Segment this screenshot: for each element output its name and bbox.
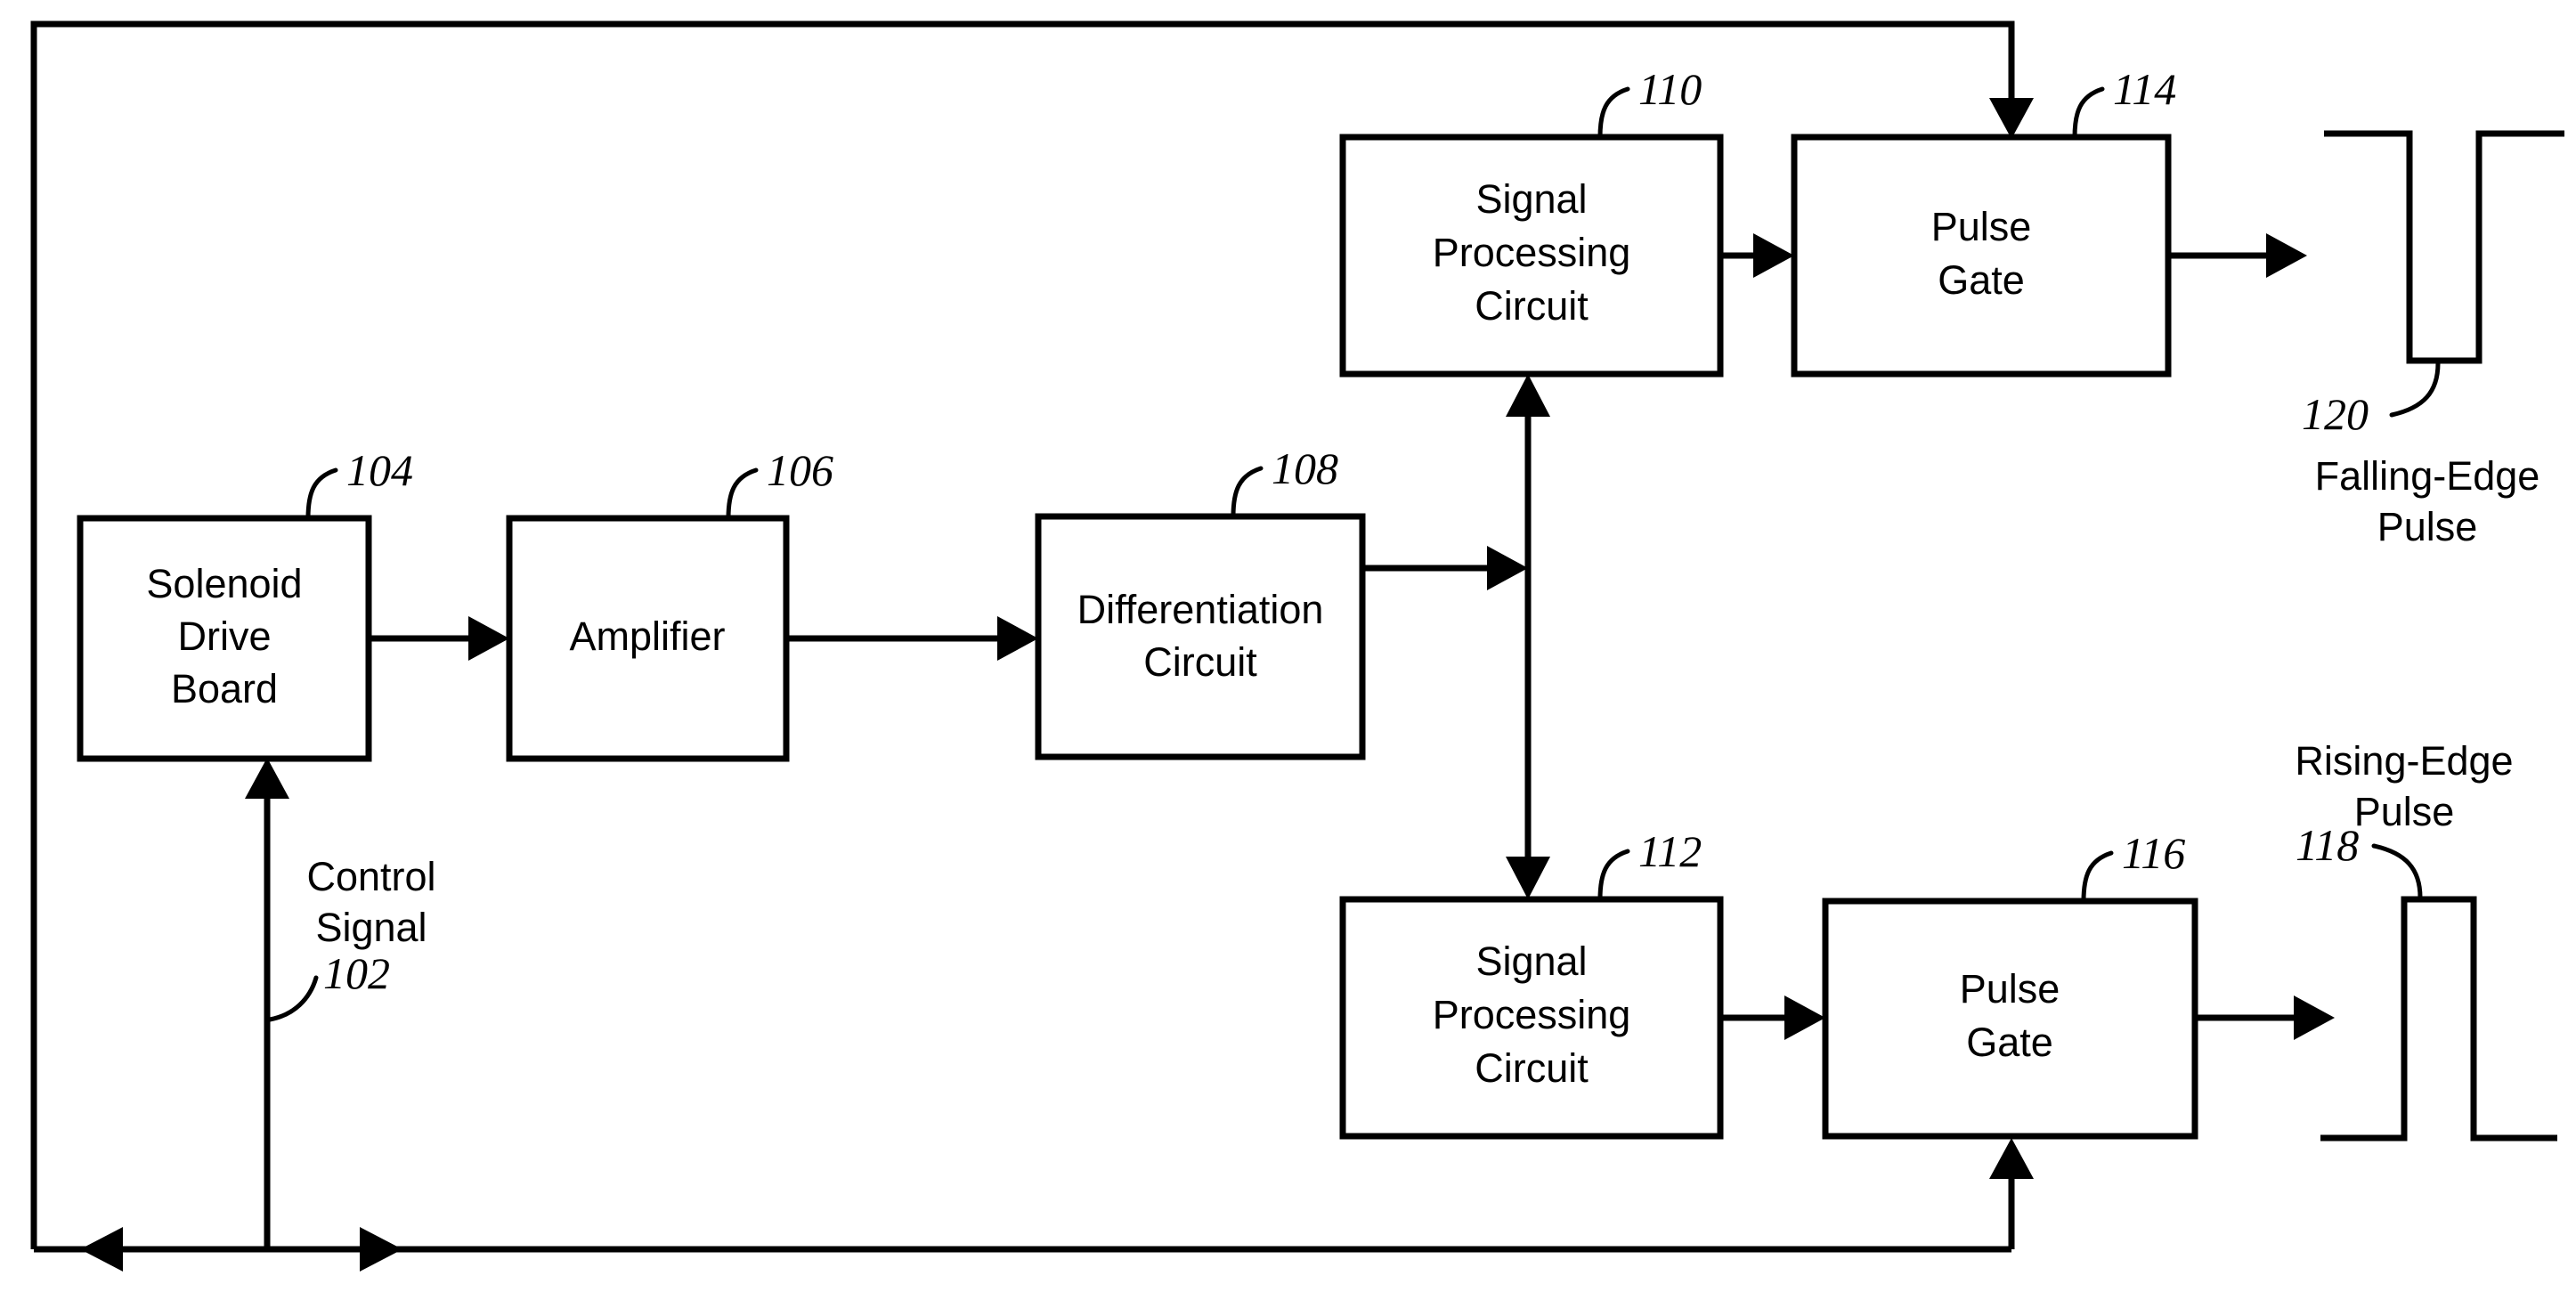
spc-lower-label-line2: Processing — [1433, 992, 1631, 1037]
ref-number-112: 112 — [1638, 826, 1702, 876]
arrow-head-rising-edge-output — [2294, 995, 2335, 1040]
arrow-head-into-pulse-gate-lower-side — [1784, 995, 1825, 1040]
solenoid-drive-board-label-line2: Drive — [177, 613, 271, 659]
block-solenoid-drive-board[interactable]: Solenoid Drive Board — [77, 515, 372, 762]
ref-116-callout: 116 — [2081, 828, 2185, 904]
arrow-head-bus-up — [1506, 374, 1550, 417]
wire-spc-upper-to-pulse-gate-upper — [1720, 233, 1794, 278]
ref-number-120: 120 — [2302, 389, 2369, 439]
differentiation-circuit-label-line2: Circuit — [1143, 639, 1257, 685]
spc-upper-label-line3: Circuit — [1475, 283, 1589, 329]
arrow-head-falling-edge-output — [2266, 233, 2307, 278]
ref-106-callout: 106 — [726, 445, 833, 521]
arrow-head-into-solenoid-drive-board — [245, 758, 289, 799]
arrow-head-bus-left — [80, 1227, 123, 1272]
ref-number-102: 102 — [323, 948, 390, 998]
ref-102-callout: 102 — [267, 948, 390, 1022]
pulse-gate-lower-label-line2: Gate — [1966, 1020, 2053, 1065]
spc-lower-label-line1: Signal — [1475, 939, 1587, 984]
waveform-rising-edge-pulse — [2320, 896, 2557, 1142]
block-differentiation-circuit[interactable]: Differentiation Circuit — [1035, 513, 1366, 760]
ref-number-104: 104 — [346, 445, 413, 495]
ref-114-callout: 114 — [2072, 64, 2176, 140]
pulse-gate-lower-label-line1: Pulse — [1960, 966, 2060, 1012]
wire-differentiation-to-split-bus — [1362, 546, 1528, 590]
arrow-head-into-amplifier — [468, 616, 509, 661]
ref-number-116: 116 — [2122, 828, 2185, 878]
arrow-head-into-pulse-gate-upper-side — [1753, 233, 1794, 278]
differentiation-circuit-label-line1: Differentiation — [1077, 587, 1324, 632]
falling-edge-pulse-label-line2: Pulse — [2377, 504, 2478, 549]
ref-number-118: 118 — [2296, 820, 2359, 870]
patent-figure: Solenoid Drive Board 104 Amplifier 106 D… — [0, 0, 2576, 1292]
block-pulse-gate-upper[interactable]: Pulse Gate — [1791, 134, 2172, 378]
ref-120-callout: 120 — [2302, 361, 2441, 439]
wire-amplifier-to-differentiation — [786, 616, 1038, 661]
feedback-path-bottom — [1989, 1138, 2034, 1249]
block-pulse-gate-lower[interactable]: Pulse Gate — [1822, 898, 2198, 1140]
ref-108-callout: 108 — [1231, 443, 1338, 519]
amplifier-label-line1: Amplifier — [569, 613, 725, 659]
pulse-gate-upper-label-line1: Pulse — [1931, 204, 2032, 249]
split-bus-vertical — [1506, 374, 1550, 899]
spc-upper-label-line2: Processing — [1433, 230, 1631, 275]
ref-110-callout: 110 — [1597, 64, 1702, 140]
rising-edge-pulse-label-line1: Rising-Edge — [2295, 738, 2513, 784]
wire-pulse-gate-upper-output — [2168, 233, 2307, 278]
wire-solenoid-to-amplifier — [369, 616, 509, 661]
wire-spc-lower-to-pulse-gate-lower — [1720, 995, 1825, 1040]
waveform-falling-edge-pulse — [2324, 130, 2564, 364]
falling-edge-pulse-label-line1: Falling-Edge — [2315, 453, 2540, 499]
block-amplifier[interactable]: Amplifier — [506, 515, 790, 762]
arrow-head-bus-right — [360, 1227, 402, 1272]
spc-upper-label-line1: Signal — [1475, 176, 1587, 222]
control-signal-label-line1: Control — [306, 854, 435, 899]
wire-pulse-gate-lower-output — [2195, 995, 2335, 1040]
control-signal-path — [245, 758, 289, 1249]
solenoid-drive-board-label-line3: Board — [171, 666, 278, 711]
rising-edge-pulse-label-line2: Pulse — [2354, 789, 2455, 834]
falling-edge-pulse-caption: Falling-Edge Pulse — [2315, 453, 2540, 549]
arrow-head-into-split-bus — [1487, 546, 1528, 590]
control-signal-caption: Control Signal — [306, 854, 435, 950]
ref-number-108: 108 — [1272, 443, 1338, 493]
block-signal-processing-circuit-lower[interactable]: Signal Processing Circuit — [1339, 896, 1724, 1140]
ref-number-106: 106 — [767, 445, 833, 495]
control-signal-label-line2: Signal — [315, 905, 427, 950]
ref-104-callout: 104 — [305, 445, 413, 521]
block-diagram-canvas: Solenoid Drive Board 104 Amplifier 106 D… — [30, 20, 2564, 1272]
arrow-head-bus-down — [1506, 857, 1550, 899]
solenoid-drive-board-label-line1: Solenoid — [146, 561, 302, 606]
ref-number-114: 114 — [2113, 64, 2176, 114]
arrow-head-into-differentiation-circuit — [997, 616, 1038, 661]
pulse-gate-upper-label-line2: Gate — [1938, 257, 2025, 303]
block-signal-processing-circuit-upper[interactable]: Signal Processing Circuit — [1339, 134, 1724, 378]
spc-lower-label-line3: Circuit — [1475, 1045, 1589, 1091]
ref-112-callout: 112 — [1597, 826, 1702, 902]
bottom-bus — [34, 1227, 2011, 1272]
arrow-head-into-pulse-gate-upper — [1989, 98, 2034, 139]
arrow-head-into-pulse-gate-lower — [1989, 1138, 2034, 1179]
ref-number-110: 110 — [1638, 64, 1702, 114]
